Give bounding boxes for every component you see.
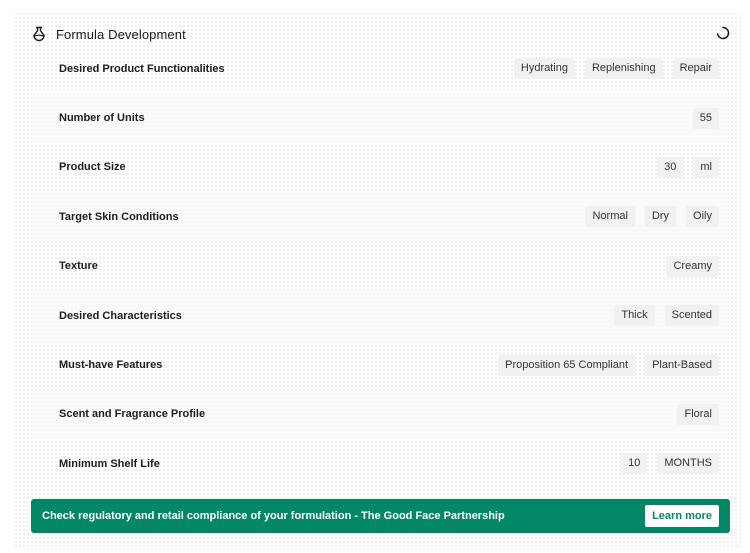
attribute-values: 10 MONTHS (621, 453, 719, 475)
value-chip: Hydrating (513, 58, 575, 80)
attribute-label: Texture (59, 260, 98, 273)
value-chip: Normal (585, 206, 635, 228)
value-chip: ml (693, 156, 719, 178)
attribute-label: Scent and Fragrance Profile (59, 408, 206, 421)
value-chip: Dry (644, 206, 677, 228)
attribute-values: Floral (677, 403, 719, 425)
value-chip: Thick (614, 305, 655, 327)
attribute-values: Thick Scented (614, 305, 719, 327)
value-chip: 55 (692, 107, 719, 129)
attribute-label: Product Size (59, 161, 126, 174)
value-chip: Scented (664, 305, 719, 327)
value-chip: Repair (672, 58, 719, 80)
attribute-label: Minimum Shelf Life (59, 457, 160, 470)
loading-spinner-icon (716, 26, 730, 40)
attribute-label: Number of Units (59, 112, 145, 125)
attribute-row: Number of Units 55 (32, 93, 730, 143)
attribute-row: Product Size 30 ml (32, 143, 730, 192)
learn-more-button[interactable]: Learn more (645, 505, 719, 527)
formula-development-card: Formula Development Desired Product Func… (14, 12, 742, 550)
attribute-label: Desired Characteristics (59, 309, 182, 322)
attribute-values: 55 (692, 107, 719, 129)
attribute-label: Target Skin Conditions (59, 210, 179, 223)
value-chip: 10 (621, 453, 648, 475)
flask-icon (30, 25, 48, 43)
attribute-values: Normal Dry Oily (585, 206, 719, 228)
attribute-row: Desired Characteristics Thick Scented (32, 290, 730, 341)
value-chip: 30 (657, 156, 684, 178)
attribute-row: Must-have Features Proposition 65 Complia… (32, 340, 730, 389)
attribute-values: Proposition 65 Compliant Plant-Based (498, 354, 719, 376)
attribute-row: Desired Product Functionalities Hydrating… (32, 44, 730, 93)
value-chip: Replenishing (584, 58, 663, 80)
attribute-label: Desired Product Functionalities (59, 62, 225, 75)
value-chip: Creamy (666, 255, 719, 277)
formula-attribute-list: Desired Product Functionalities Hydrating… (32, 44, 730, 489)
card-title: Formula Development (56, 26, 186, 42)
compliance-banner-text: Check regulatory and retail compliance o… (42, 510, 505, 522)
value-chip: Proposition 65 Compliant (498, 354, 636, 376)
attribute-row: Target Skin Conditions Normal Dry Oily (32, 192, 730, 242)
attribute-label: Must-have Features (59, 359, 163, 372)
attribute-values: Hydrating Replenishing Repair (513, 58, 719, 80)
value-chip: Oily (686, 206, 719, 228)
compliance-banner: Check regulatory and retail compliance o… (31, 499, 730, 533)
attribute-row: Texture Creamy (32, 242, 730, 291)
attribute-row: Minimum Shelf Life 10 MONTHS (32, 439, 730, 488)
value-chip: MONTHS (657, 453, 719, 475)
value-chip: Plant-Based (645, 354, 719, 376)
attribute-values: Creamy (666, 255, 719, 277)
value-chip: Floral (677, 403, 719, 425)
attribute-values: 30 ml (657, 156, 719, 178)
attribute-row: Scent and Fragrance Profile Floral (32, 389, 730, 440)
